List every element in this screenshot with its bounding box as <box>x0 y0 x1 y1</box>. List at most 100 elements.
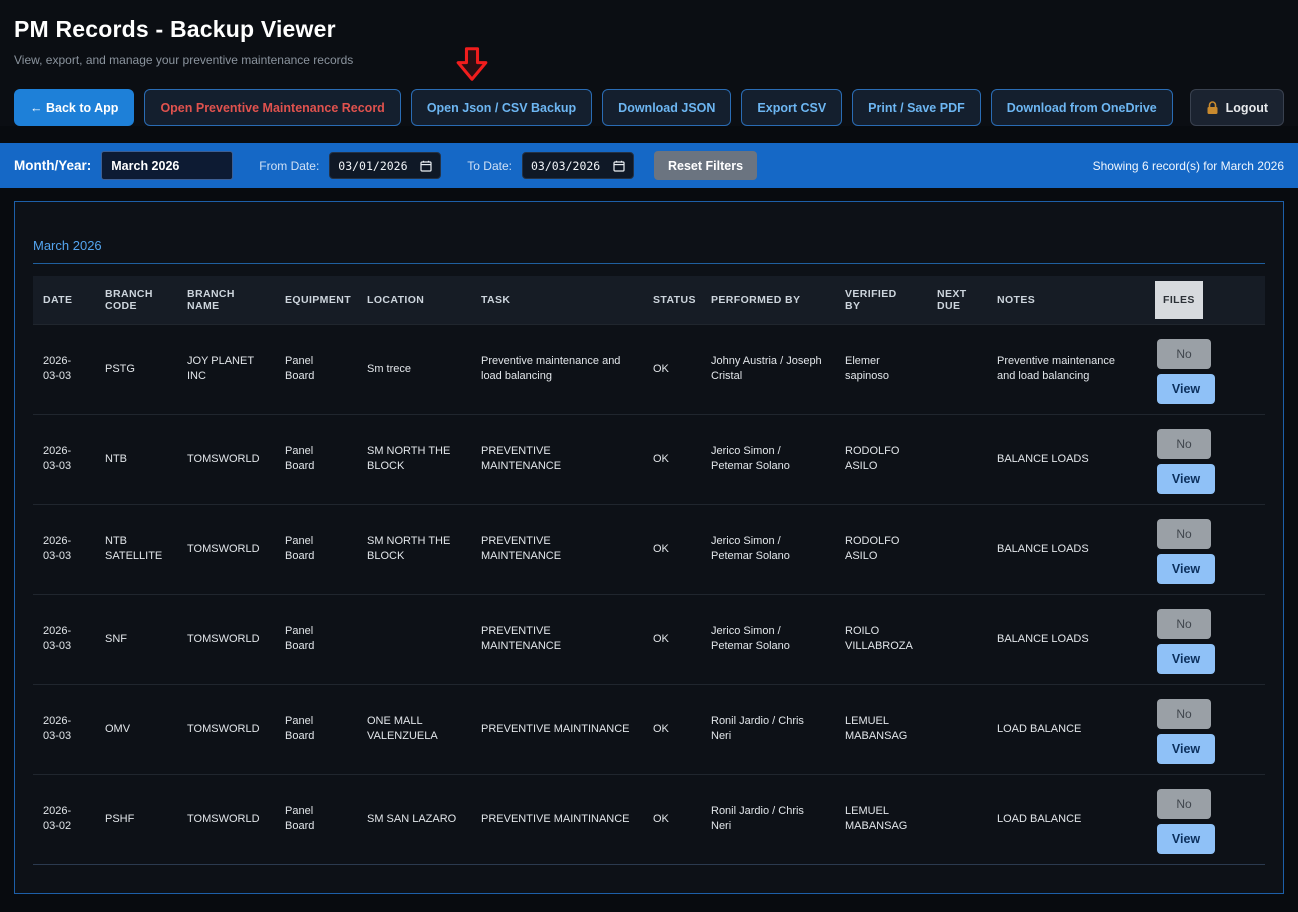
file-view-button[interactable]: View <box>1157 464 1215 494</box>
cell-status: OK <box>643 504 701 594</box>
logout-label: Logout <box>1226 101 1268 115</box>
cell-location: SM NORTH THE BLOCK <box>357 414 471 504</box>
cell-branch-name: JOY PLANET INC <box>177 324 275 414</box>
col-header-performed-by: PERFORMED BY <box>701 276 835 324</box>
calendar-icon[interactable] <box>613 160 625 172</box>
file-no-button[interactable]: No <box>1157 519 1211 549</box>
cell-location: SM NORTH THE BLOCK <box>357 504 471 594</box>
cell-branch-name: TOMSWORLD <box>177 774 275 864</box>
table-row: 2026-03-03 NTB SATELLITE TOMSWORLD Panel… <box>33 504 1265 594</box>
cell-performed-by: Ronil Jardio / Chris Neri <box>701 684 835 774</box>
cell-branch-name: TOMSWORLD <box>177 504 275 594</box>
cell-task: PREVENTIVE MAINTINANCE <box>471 684 643 774</box>
cell-performed-by: Jerico Simon / Petemar Solano <box>701 414 835 504</box>
cell-branch-code: PSTG <box>95 324 177 414</box>
download-json-button[interactable]: Download JSON <box>602 89 731 126</box>
col-header-equipment: EQUIPMENT <box>275 276 357 324</box>
page-subtitle: View, export, and manage your preventive… <box>14 53 1284 67</box>
from-date-input[interactable]: 03/01/2026 <box>329 152 441 179</box>
cell-notes: Preventive maintenance and load balancin… <box>987 324 1147 414</box>
col-header-verified-by: VERIFIED BY <box>835 276 927 324</box>
cell-branch-code: PSHF <box>95 774 177 864</box>
table-row: 2026-03-03 NTB TOMSWORLD Panel Board SM … <box>33 414 1265 504</box>
cell-performed-by: Jerico Simon / Petemar Solano <box>701 594 835 684</box>
cell-date: 2026-03-03 <box>33 594 95 684</box>
cell-branch-code: OMV <box>95 684 177 774</box>
files-buttons: No View <box>1157 429 1253 494</box>
file-no-button[interactable]: No <box>1157 699 1211 729</box>
back-to-app-button[interactable]: ← Back to App <box>14 89 134 126</box>
table-row: 2026-03-03 OMV TOMSWORLD Panel Board ONE… <box>33 684 1265 774</box>
calendar-icon[interactable] <box>420 160 432 172</box>
cell-performed-by: Jerico Simon / Petemar Solano <box>701 504 835 594</box>
file-view-button[interactable]: View <box>1157 554 1215 584</box>
from-date-label: From Date: <box>259 159 319 173</box>
cell-notes: LOAD BALANCE <box>987 774 1147 864</box>
file-no-button[interactable]: No <box>1157 429 1211 459</box>
cell-verified-by: LEMUEL MABANSAG <box>835 684 927 774</box>
col-header-task: TASK <box>471 276 643 324</box>
files-buttons: No View <box>1157 339 1253 404</box>
print-save-pdf-button[interactable]: Print / Save PDF <box>852 89 981 126</box>
file-no-button[interactable]: No <box>1157 339 1211 369</box>
cell-date: 2026-03-03 <box>33 324 95 414</box>
cell-branch-code: NTB SATELLITE <box>95 504 177 594</box>
records-panel: March 2026 DATE BRANCH CODE BRANCH NAME … <box>14 201 1284 894</box>
col-header-branch-name: BRANCH NAME <box>177 276 275 324</box>
to-date-input[interactable]: 03/03/2026 <box>522 152 634 179</box>
col-header-next-due: NEXT DUE <box>927 276 987 324</box>
cell-date: 2026-03-02 <box>33 774 95 864</box>
month-year-label: Month/Year: <box>14 158 91 173</box>
cell-files: No View <box>1147 774 1265 864</box>
cell-task: PREVENTIVE MAINTENANCE <box>471 594 643 684</box>
cell-task: PREVENTIVE MAINTENANCE <box>471 414 643 504</box>
cell-performed-by: Ronil Jardio / Chris Neri <box>701 774 835 864</box>
cell-verified-by: RODOLFO ASILO <box>835 414 927 504</box>
file-view-button[interactable]: View <box>1157 374 1215 404</box>
download-from-onedrive-button[interactable]: Download from OneDrive <box>991 89 1173 126</box>
cell-files: No View <box>1147 684 1265 774</box>
logout-button[interactable]: Logout <box>1190 89 1284 126</box>
col-header-branch-code: BRANCH CODE <box>95 276 177 324</box>
cell-equipment: Panel Board <box>275 594 357 684</box>
cell-location: SM SAN LAZARO <box>357 774 471 864</box>
cell-task: PREVENTIVE MAINTENANCE <box>471 504 643 594</box>
reset-filters-button[interactable]: Reset Filters <box>654 151 757 180</box>
cell-task: Preventive maintenance and load balancin… <box>471 324 643 414</box>
cell-verified-by: LEMUEL MABANSAG <box>835 774 927 864</box>
cell-files: No View <box>1147 414 1265 504</box>
cell-next-due <box>927 414 987 504</box>
cell-next-due <box>927 594 987 684</box>
col-header-status: STATUS <box>643 276 701 324</box>
cell-location: ONE MALL VALENZUELA <box>357 684 471 774</box>
file-no-button[interactable]: No <box>1157 609 1211 639</box>
cell-equipment: Panel Board <box>275 414 357 504</box>
records-tbody: 2026-03-03 PSTG JOY PLANET INC Panel Boa… <box>33 324 1265 864</box>
file-view-button[interactable]: View <box>1157 734 1215 764</box>
files-buttons: No View <box>1157 519 1253 584</box>
file-no-button[interactable]: No <box>1157 789 1211 819</box>
cell-notes: BALANCE LOADS <box>987 414 1147 504</box>
cell-date: 2026-03-03 <box>33 414 95 504</box>
file-view-button[interactable]: View <box>1157 644 1215 674</box>
cell-files: No View <box>1147 324 1265 414</box>
cell-status: OK <box>643 324 701 414</box>
month-year-input[interactable] <box>101 151 233 180</box>
cell-performed-by: Johny Austria / Joseph Cristal <box>701 324 835 414</box>
cell-verified-by: ROILO VILLABROZA <box>835 594 927 684</box>
cell-date: 2026-03-03 <box>33 504 95 594</box>
records-summary: Showing 6 record(s) for March 2026 <box>1093 159 1284 173</box>
open-json-csv-backup-button[interactable]: Open Json / CSV Backup <box>411 89 592 126</box>
page-title: PM Records - Backup Viewer <box>14 14 1284 44</box>
export-csv-button[interactable]: Export CSV <box>741 89 842 126</box>
to-date-label: To Date: <box>467 159 512 173</box>
open-pm-record-button[interactable]: Open Preventive Maintenance Record <box>144 89 400 126</box>
lock-icon <box>1206 101 1219 115</box>
file-view-button[interactable]: View <box>1157 824 1215 854</box>
cell-branch-code: NTB <box>95 414 177 504</box>
toolbar: ← Back to App Open Preventive Maintenanc… <box>14 89 1284 126</box>
cell-branch-name: TOMSWORLD <box>177 684 275 774</box>
records-table: DATE BRANCH CODE BRANCH NAME EQUIPMENT L… <box>33 276 1265 865</box>
cell-next-due <box>927 774 987 864</box>
files-buttons: No View <box>1157 609 1253 674</box>
